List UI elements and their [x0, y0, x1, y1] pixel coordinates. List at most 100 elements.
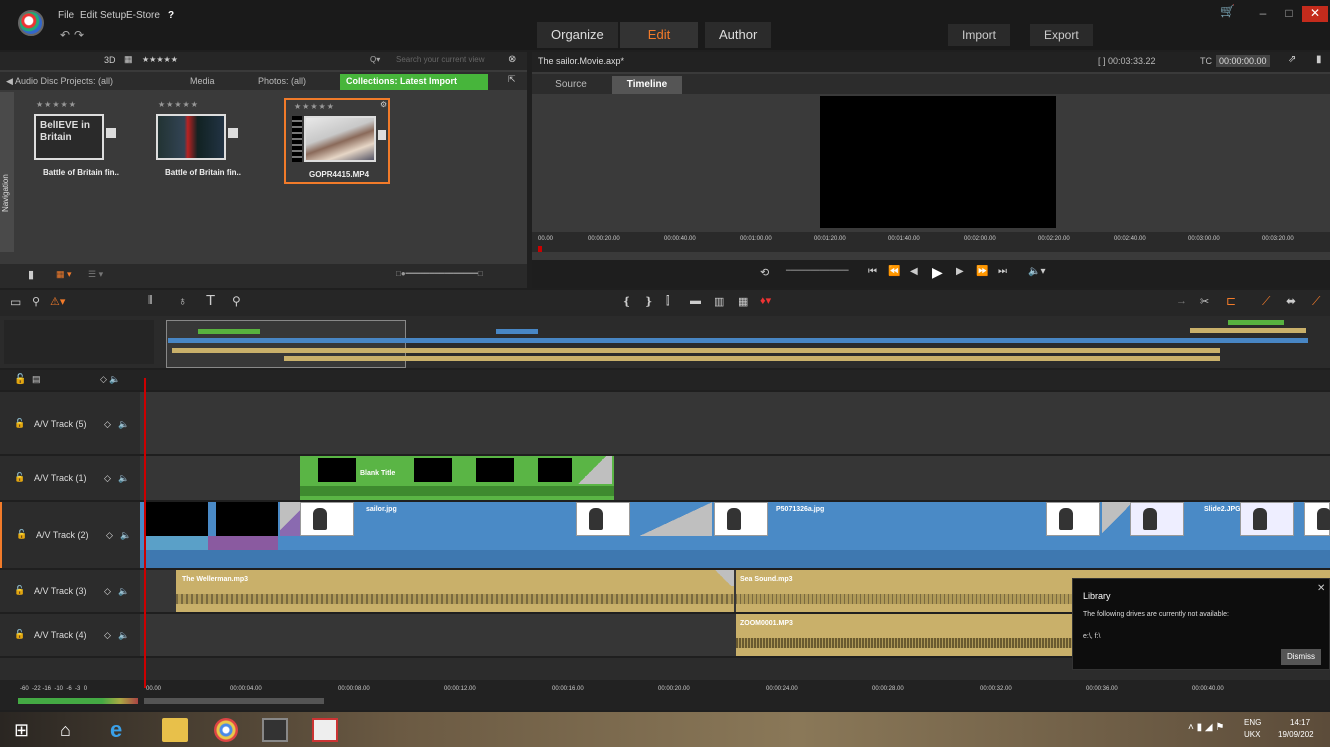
- track-header[interactable]: 🔓 A/V Track (5) ◇ 🔈: [0, 392, 140, 454]
- player-ruler[interactable]: 00.00 00:00:20.00 00:00:40.00 00:01:00.0…: [532, 232, 1330, 252]
- volume-icon[interactable]: 🔈▾: [1028, 266, 1045, 277]
- timeline-navigator[interactable]: [0, 316, 1330, 368]
- tab-collections-latest-import[interactable]: Collections: Latest Import: [340, 74, 488, 90]
- track-visibility-icon[interactable]: ◇: [104, 630, 111, 641]
- app-logo-icon[interactable]: [18, 10, 44, 36]
- arrow-icon[interactable]: →: [1176, 295, 1187, 307]
- rewind-icon[interactable]: ◀: [910, 266, 918, 277]
- cart-icon[interactable]: 🛒: [1220, 4, 1235, 18]
- track-lane[interactable]: [140, 392, 1330, 454]
- zoom-slider[interactable]: □●━━━━━━━━━━━━━━━□: [396, 269, 483, 278]
- close-icon[interactable]: ✕: [1317, 583, 1325, 594]
- transition[interactable]: [572, 456, 612, 484]
- start-icon[interactable]: ⊞: [14, 718, 40, 742]
- track-header[interactable]: 🔓 A/V Track (3) ◇ 🔈: [0, 570, 140, 612]
- previous-frame-icon[interactable]: ⏪: [888, 266, 900, 277]
- document-icon[interactable]: ▮: [28, 268, 34, 281]
- track-visibility-icon[interactable]: ◇: [104, 586, 111, 597]
- split-icon[interactable]: ⚲: [232, 294, 241, 308]
- fade[interactable]: [712, 570, 734, 586]
- track-header[interactable]: 🔓 A/V Track (1) ◇ 🔈: [0, 456, 140, 500]
- tab-audio-disc-projects[interactable]: ◀ Audio Disc Projects: (all): [0, 74, 119, 90]
- audio-scrub-icon[interactable]: ⬌: [1286, 294, 1296, 308]
- transition[interactable]: [640, 502, 712, 536]
- help-icon[interactable]: ?: [168, 10, 174, 21]
- thumbnail-view-icon[interactable]: ▦ ▾: [56, 269, 72, 280]
- media-app-icon[interactable]: [312, 718, 338, 742]
- tab-photos[interactable]: Photos: (all): [252, 74, 312, 90]
- audio-clip[interactable]: The Wellerman.mp3: [176, 570, 734, 612]
- mark-out-icon[interactable]: ❵: [644, 295, 653, 308]
- minimize-button[interactable]: –: [1250, 6, 1276, 22]
- trim-icon[interactable]: ⊏: [1226, 294, 1236, 308]
- razor-icon[interactable]: ✂: [1200, 295, 1209, 308]
- tray-icons[interactable]: ˄ ▮ ◢ ⚑: [1188, 722, 1224, 733]
- go-to-end-icon[interactable]: ⏭: [998, 266, 1007, 277]
- track-audio-icon[interactable]: 🔈: [118, 473, 129, 484]
- track-visibility-icon[interactable]: ◇: [104, 419, 111, 430]
- playhead[interactable]: [144, 378, 146, 688]
- close-button[interactable]: ✕: [1302, 6, 1328, 22]
- redo-icon[interactable]: ↷: [74, 28, 84, 42]
- home-icon[interactable]: ⌂: [60, 718, 86, 742]
- track-lane[interactable]: Blank Title: [140, 456, 1330, 500]
- title-clip[interactable]: Blank Title: [300, 456, 614, 500]
- storyboard-icon[interactable]: ▭: [10, 295, 21, 309]
- transition[interactable]: [280, 502, 302, 536]
- ripple-icon[interactable]: ⟋: [1262, 294, 1270, 309]
- search-input[interactable]: Search your current view: [396, 55, 484, 64]
- clock-date[interactable]: 19/09/202: [1278, 730, 1314, 739]
- shuttle-slider[interactable]: ━━━━━━━━━━━━━: [786, 266, 849, 275]
- tools-icon[interactable]: ⚠▾: [50, 295, 65, 308]
- track-lane[interactable]: sailor.jpg P5071326a.jpg Slide2.JPG: [140, 502, 1330, 568]
- menu-estore[interactable]: E-Store: [126, 10, 160, 21]
- timecode-field[interactable]: 00:00:00.00: [1216, 55, 1270, 67]
- region-indicator[interactable]: UKX: [1244, 730, 1260, 739]
- file-explorer-icon[interactable]: [162, 718, 188, 742]
- rating-filter[interactable]: ★★★★★: [142, 55, 178, 64]
- lock-icon[interactable]: 🔓: [14, 472, 25, 483]
- search-icon[interactable]: Q▾: [370, 55, 380, 64]
- title-tool-icon[interactable]: T: [206, 292, 215, 309]
- export-button[interactable]: Export: [1030, 24, 1093, 46]
- audio-mixer-icon[interactable]: ⫼: [148, 295, 153, 306]
- lock-icon[interactable]: 🔓: [14, 418, 25, 429]
- next-frame-icon[interactable]: ⏩: [976, 266, 988, 277]
- timeline-ruler[interactable]: -60 -22 -16 -10 -6 -3 0 00.00 00:00:04.0…: [0, 680, 1330, 710]
- navigation-strip[interactable]: Navigation: [0, 92, 14, 252]
- dismiss-button[interactable]: Dismiss: [1281, 649, 1321, 665]
- fullscreen-icon[interactable]: ▮: [1316, 54, 1322, 65]
- chrome-icon[interactable]: [214, 718, 238, 742]
- track-visibility-icon[interactable]: ◇: [104, 473, 111, 484]
- ie-icon[interactable]: e: [110, 718, 136, 742]
- track-audio-icon[interactable]: 🔈: [118, 630, 129, 641]
- lock-icon[interactable]: 🔓: [14, 374, 26, 385]
- tab-author[interactable]: Author: [705, 22, 772, 48]
- list-view-icon[interactable]: ☰ ▾: [88, 269, 103, 280]
- tab-timeline[interactable]: Timeline: [612, 76, 682, 94]
- popout-icon[interactable]: ⇗: [1288, 54, 1296, 65]
- tab-source[interactable]: Source: [536, 76, 606, 94]
- grid-icon[interactable]: ▦: [124, 54, 133, 65]
- menu-edit[interactable]: Edit: [80, 10, 97, 21]
- track-audio-icon[interactable]: 🔈: [120, 530, 131, 541]
- library-item[interactable]: ★★★★★ Battle of Britain fin..: [150, 98, 256, 184]
- undo-icon[interactable]: ↶: [60, 28, 70, 42]
- timeline-scrollbar[interactable]: [144, 698, 324, 704]
- search-clear-icon[interactable]: ⊗: [508, 54, 516, 65]
- link-icon[interactable]: ⚲: [32, 295, 40, 308]
- mark-in-icon[interactable]: ❴: [622, 295, 631, 308]
- snap-icon[interactable]: ⫿: [666, 295, 670, 308]
- fast-forward-icon[interactable]: ▶: [956, 266, 964, 277]
- tab-media[interactable]: Media: [184, 74, 221, 90]
- maximize-button[interactable]: □: [1276, 6, 1302, 22]
- tab-organize[interactable]: Organize: [537, 22, 618, 48]
- lock-icon[interactable]: 🔓: [16, 529, 27, 540]
- scrubber-handle[interactable]: [538, 246, 542, 252]
- library-item[interactable]: ★★★★★ BelIEVE in Britain Battle of Brita…: [28, 98, 134, 184]
- play-icon[interactable]: ▶: [932, 264, 943, 281]
- lock-icon[interactable]: 🔓: [14, 629, 25, 640]
- dynamic-length-icon[interactable]: ⟋: [1312, 294, 1320, 309]
- track-view-icon[interactable]: ▤: [32, 374, 41, 385]
- pin-icon[interactable]: ⇱: [508, 74, 516, 85]
